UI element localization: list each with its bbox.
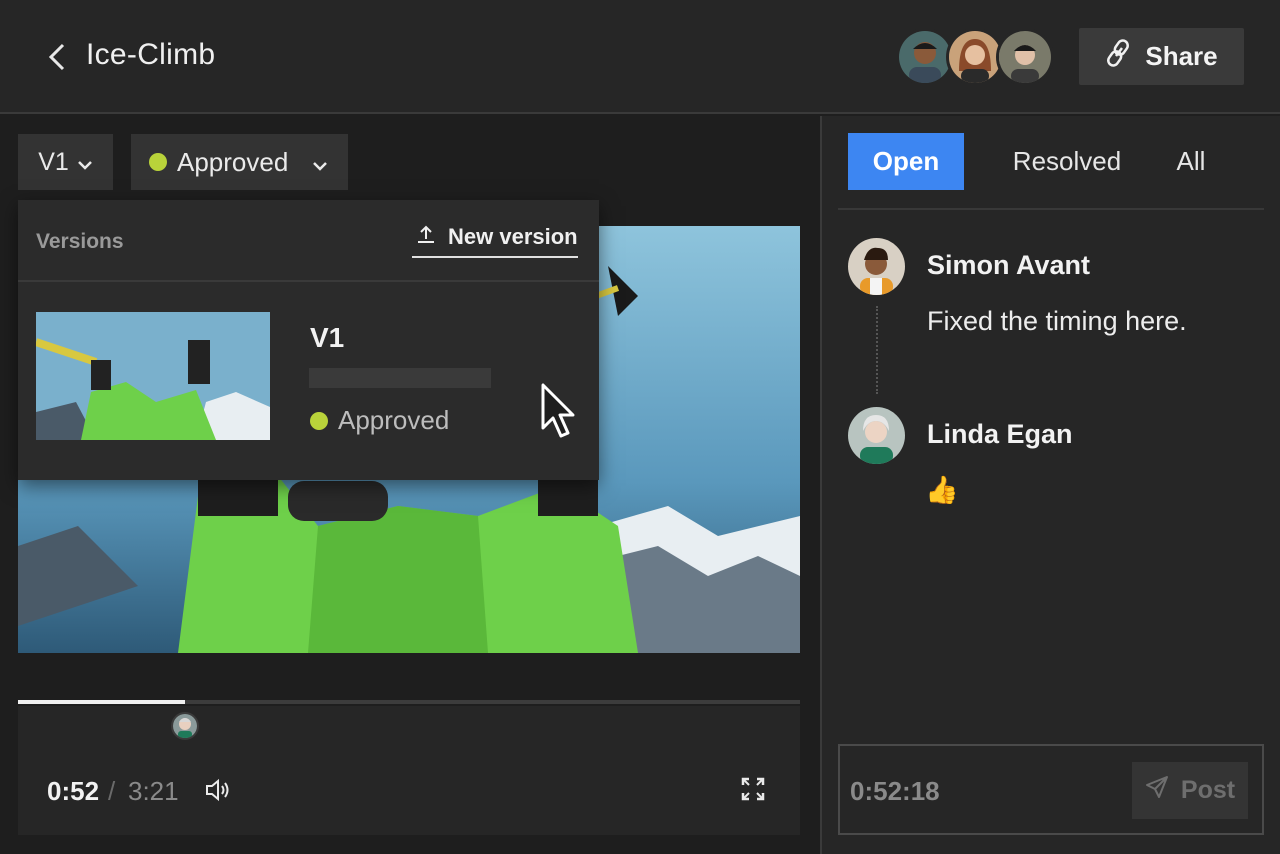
upload-icon <box>416 224 436 250</box>
status-dot-icon <box>310 411 328 430</box>
version-label: V1 <box>38 147 69 176</box>
chevron-down-icon <box>312 147 328 178</box>
comment-author: Linda Egan <box>927 419 1073 449</box>
fullscreen-icon[interactable] <box>740 776 766 807</box>
version-dropdown[interactable]: V1 <box>18 134 113 190</box>
status-label: Approved <box>177 146 289 177</box>
status-dot-icon <box>149 153 167 171</box>
send-icon <box>1145 775 1169 806</box>
tab-all[interactable]: All <box>1162 133 1220 190</box>
version-item-meta-placeholder <box>309 368 491 388</box>
comment-author: Simon Avant <box>927 250 1091 280</box>
project-title: Ice-Climb <box>86 38 216 71</box>
total-duration: 3:21 <box>128 776 179 806</box>
status-dropdown[interactable]: Approved <box>131 134 348 190</box>
back-chevron-icon[interactable] <box>42 40 72 74</box>
tabs-divider <box>838 208 1264 210</box>
comments-panel: Open Resolved All Simon Avant Fixed the … <box>820 116 1280 854</box>
player-controls: 0:52 / 3:21 <box>18 706 800 835</box>
versions-popup-header: Versions New version <box>18 200 599 282</box>
tab-open[interactable]: Open <box>848 133 964 190</box>
collaborator-avatar[interactable] <box>996 28 1054 86</box>
new-version-label: New version <box>448 224 578 249</box>
comment-author-avatar[interactable] <box>848 238 905 295</box>
version-item-status-label: Approved <box>338 405 450 435</box>
volume-icon[interactable] <box>204 776 232 809</box>
share-label: Share <box>1145 41 1218 71</box>
versions-heading: Versions <box>36 230 124 253</box>
thread-line <box>876 306 878 394</box>
post-button[interactable]: Post <box>1132 762 1248 819</box>
comment-text: 👍 <box>925 475 959 505</box>
top-bar: Ice-Climb Share <box>0 0 1280 114</box>
chevron-down-icon <box>77 148 93 177</box>
player-panel: V1 Approved Versions New version V1 Appr… <box>0 116 818 854</box>
collaborator-avatars <box>896 28 1054 86</box>
share-button[interactable]: Share <box>1079 28 1244 85</box>
current-time: 0:52 <box>47 776 100 806</box>
comment-timestamp: 0:52:18 <box>850 776 940 806</box>
version-item-title: V1 <box>310 322 345 353</box>
comment-author-avatar[interactable] <box>848 407 905 464</box>
mouse-pointer-icon <box>540 382 576 445</box>
time-separator: / <box>108 776 116 806</box>
version-thumbnail[interactable] <box>36 312 270 440</box>
post-label: Post <box>1180 776 1236 804</box>
comment-text: Fixed the timing here. <box>927 306 1187 336</box>
new-version-button[interactable]: New version <box>412 224 578 258</box>
link-icon <box>1105 38 1131 75</box>
comment-marker-avatar[interactable] <box>171 712 199 740</box>
progress-bar-fill <box>18 700 185 704</box>
comment-input[interactable]: 0:52:18 Post <box>838 744 1264 835</box>
versions-popup: Versions New version V1 Approved <box>18 200 599 480</box>
progress-bar[interactable] <box>18 700 800 704</box>
tab-resolved[interactable]: Resolved <box>1002 133 1132 190</box>
version-item-status: Approved <box>310 405 449 436</box>
